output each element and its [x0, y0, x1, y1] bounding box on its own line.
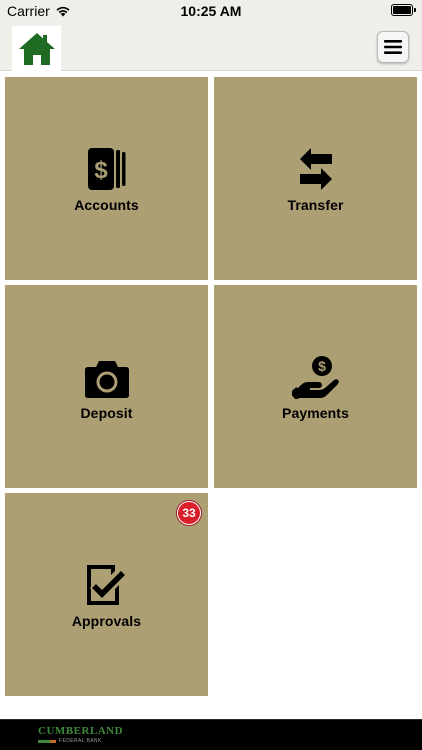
tile-approvals-label: Approvals	[71, 612, 142, 629]
cash-stack-icon: $	[87, 147, 125, 190]
approvals-count-badge: 33	[177, 501, 201, 525]
tile-accounts-label: Accounts	[74, 196, 139, 213]
tile-transfer-label: Transfer	[287, 196, 344, 213]
tile-payments-label: Payments	[282, 404, 349, 421]
menu-button[interactable]	[377, 31, 409, 63]
tile-approvals[interactable]: 33 Approvals	[5, 493, 208, 696]
battery-icon	[391, 4, 416, 16]
status-bar: Carrier 10:25 AM	[0, 0, 422, 21]
home-icon	[18, 32, 55, 65]
svg-text:$: $	[318, 358, 326, 374]
tile-transfer[interactable]: Transfer	[214, 77, 417, 280]
hand-dollar-icon: $	[291, 355, 339, 399]
status-time: 10:25 AM	[180, 3, 242, 19]
camera-icon	[84, 360, 129, 398]
hamburger-menu-icon	[384, 40, 402, 54]
svg-text:$: $	[94, 157, 108, 184]
tile-deposit-label: Deposit	[80, 404, 133, 421]
bank-logo: CUMBERLAND FEDERAL BANK	[38, 725, 123, 744]
bank-logo-name: CUMBERLAND	[38, 725, 124, 737]
footer: CUMBERLAND FEDERAL BANK	[0, 719, 422, 750]
logo-stripe	[38, 739, 56, 743]
checklist-icon	[86, 564, 127, 605]
transfer-arrows-icon	[299, 147, 332, 190]
bank-logo-sub: FEDERAL BANK	[59, 738, 102, 744]
tile-payments[interactable]: $ Payments	[214, 285, 417, 488]
app-header	[0, 21, 422, 71]
home-button[interactable]	[12, 26, 61, 71]
tile-deposit[interactable]: Deposit	[5, 285, 208, 488]
tile-accounts[interactable]: $ Accounts	[5, 77, 208, 280]
